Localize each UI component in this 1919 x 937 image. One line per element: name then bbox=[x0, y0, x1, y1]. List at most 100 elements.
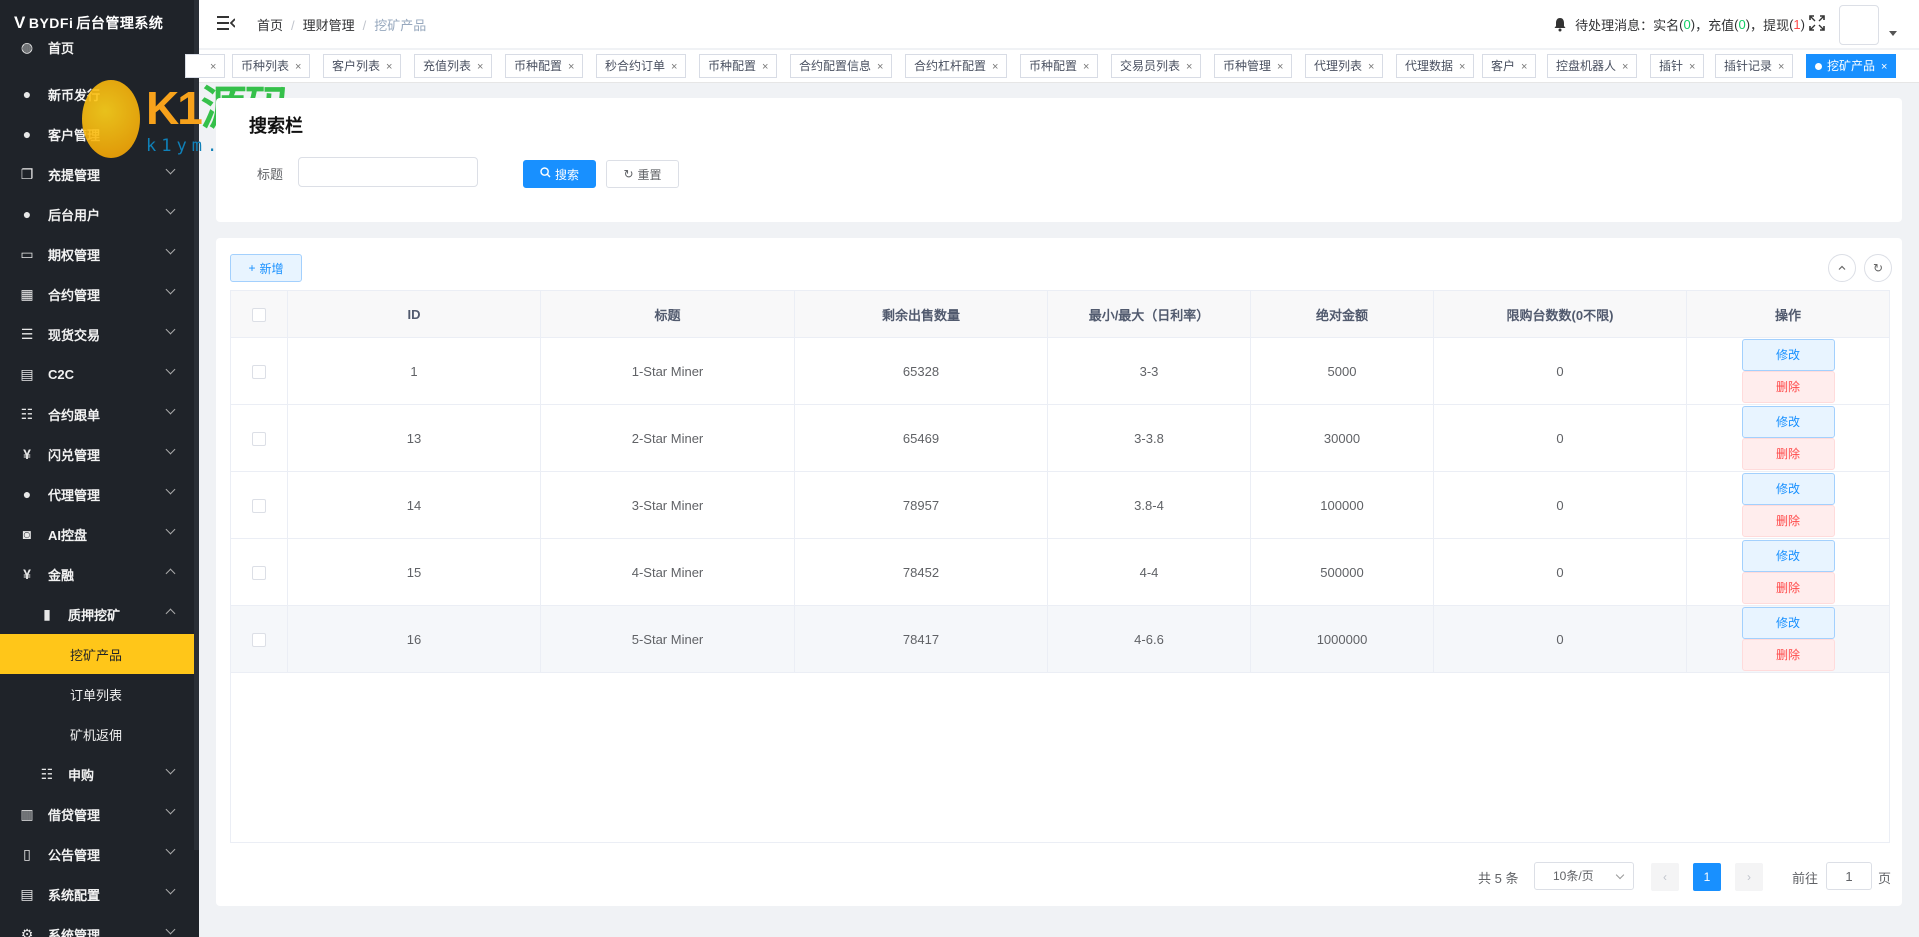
close-icon[interactable]: × bbox=[1881, 61, 1887, 73]
tag-item[interactable]: 币种配置 × bbox=[699, 54, 778, 78]
row-checkbox[interactable] bbox=[252, 498, 266, 513]
tag-item[interactable]: 客户列表 × bbox=[323, 54, 402, 78]
tag-item-active[interactable]: 挖矿产品 × bbox=[1806, 54, 1897, 78]
close-icon[interactable]: × bbox=[671, 61, 677, 73]
edit-button[interactable]: 修改 bbox=[1741, 607, 1835, 639]
sidebar-item-subscription[interactable]: ☷ 申购 bbox=[0, 754, 194, 794]
tag-item[interactable]: 插针 × bbox=[1650, 54, 1705, 78]
row-checkbox[interactable] bbox=[252, 431, 266, 446]
tag-partial[interactable]: × bbox=[185, 54, 226, 78]
close-icon[interactable]: × bbox=[386, 61, 392, 73]
sidebar-item-customer[interactable]: ● 客户管理 bbox=[0, 114, 194, 154]
pending-notice[interactable]: 待处理消息： 实名(0)， 充值(0)， 提现(1) bbox=[1553, 15, 1805, 34]
close-icon[interactable]: × bbox=[1622, 61, 1628, 73]
sidebar-item-miner-rebate[interactable]: 矿机返佣 bbox=[0, 714, 194, 754]
close-icon[interactable]: × bbox=[568, 61, 574, 73]
tag-item[interactable]: 秒合约订单 × bbox=[596, 54, 687, 78]
page-number-current[interactable]: 1 bbox=[1693, 863, 1721, 891]
row-checkbox[interactable] bbox=[252, 632, 266, 647]
close-icon[interactable]: × bbox=[992, 61, 998, 73]
sidebar-item-contract[interactable]: ▦ 合约管理 bbox=[0, 274, 194, 314]
edit-button[interactable]: 修改 bbox=[1741, 540, 1835, 572]
close-icon[interactable]: × bbox=[762, 61, 768, 73]
next-page-button[interactable]: › bbox=[1735, 863, 1763, 891]
sidebar-item-c2c[interactable]: ▤ C2C bbox=[0, 354, 194, 394]
sidebar-item-ai-control[interactable]: ◙ AI控盘 bbox=[0, 514, 194, 554]
search-button[interactable]: 搜索 bbox=[523, 160, 596, 188]
page-size-select[interactable]: 10条/页 bbox=[1534, 862, 1634, 890]
tag-item[interactable]: 合约配置信息 × bbox=[790, 54, 893, 78]
tag-item[interactable]: 客户 × bbox=[1482, 54, 1537, 78]
sidebar-item-loan[interactable]: ▥ 借贷管理 bbox=[0, 794, 194, 834]
col-header-id[interactable]: ID bbox=[287, 290, 541, 338]
sidebar-item-copy-trade[interactable]: ☷ 合约跟单 bbox=[0, 394, 194, 434]
delete-button[interactable]: 删除 bbox=[1741, 371, 1835, 403]
tag-item[interactable]: 合约杠杆配置 × bbox=[905, 54, 1008, 78]
close-icon[interactable]: × bbox=[1521, 61, 1527, 73]
tag-item[interactable]: 币种配置 × bbox=[1020, 54, 1099, 78]
caret-down-icon[interactable] bbox=[1889, 31, 1897, 36]
select-all-checkbox[interactable] bbox=[252, 307, 266, 322]
breadcrumb-home[interactable]: 首页 bbox=[257, 18, 283, 33]
delete-button[interactable]: 删除 bbox=[1741, 639, 1835, 671]
tag-item[interactable]: 币种管理 × bbox=[1214, 54, 1293, 78]
sidebar-item-agent[interactable]: ● 代理管理 bbox=[0, 474, 194, 514]
tag-item[interactable]: 代理数据 × bbox=[1396, 54, 1475, 78]
sidebar-item-home[interactable]: ◍ 首页 bbox=[0, 34, 194, 60]
edit-button[interactable]: 修改 bbox=[1741, 339, 1835, 371]
sidebar-item-spot[interactable]: ☰ 现货交易 bbox=[0, 314, 194, 354]
close-icon[interactable]: × bbox=[477, 61, 483, 73]
tag-item[interactable]: 交易员列表 × bbox=[1111, 54, 1202, 78]
tag-item[interactable]: 控盘机器人 × bbox=[1547, 54, 1638, 78]
sidebar-item-announcement[interactable]: ▯ 公告管理 bbox=[0, 834, 194, 874]
col-header-title[interactable]: 标题 bbox=[540, 290, 795, 338]
col-header-rate[interactable]: 最小/最大（日利率） bbox=[1047, 290, 1251, 338]
col-header-remain[interactable]: 剩余出售数量 bbox=[794, 290, 1048, 338]
tag-item[interactable]: 币种列表 × bbox=[232, 54, 311, 78]
row-checkbox[interactable] bbox=[252, 565, 266, 580]
sidebar-item-flash-swap[interactable]: ¥ 闪兑管理 bbox=[0, 434, 194, 474]
close-icon[interactable]: × bbox=[877, 61, 883, 73]
row-checkbox[interactable] bbox=[252, 364, 266, 379]
breadcrumb-finance[interactable]: 理财管理 bbox=[303, 18, 355, 33]
sidebar-item-finance[interactable]: ¥ 金融 bbox=[0, 554, 194, 594]
prev-page-button[interactable]: ‹ bbox=[1651, 863, 1679, 891]
delete-button[interactable]: 删除 bbox=[1741, 505, 1835, 537]
sidebar-item-system-manage[interactable]: ⚙ 系统管理 bbox=[0, 914, 194, 937]
close-icon[interactable]: × bbox=[1368, 61, 1374, 73]
sidebar-item-options[interactable]: ▭ 期权管理 bbox=[0, 234, 194, 274]
edit-button[interactable]: 修改 bbox=[1741, 406, 1835, 438]
sidebar-item-mining-products[interactable]: 挖矿产品 bbox=[0, 634, 194, 674]
delete-button[interactable]: 删除 bbox=[1741, 438, 1835, 470]
fullscreen-icon[interactable] bbox=[1809, 15, 1825, 31]
toggle-search-button[interactable] bbox=[1828, 254, 1856, 282]
sidebar-item-system-config[interactable]: ▤ 系统配置 bbox=[0, 874, 194, 914]
tag-item[interactable]: 币种配置 × bbox=[505, 54, 584, 78]
sidebar-item-deposit-withdraw[interactable]: ❐ 充提管理 bbox=[0, 154, 194, 194]
edit-button[interactable]: 修改 bbox=[1741, 473, 1835, 505]
delete-button[interactable]: 删除 bbox=[1741, 572, 1835, 604]
title-search-input[interactable] bbox=[298, 157, 478, 187]
sidebar-item-staking[interactable]: ▮ 质押挖矿 bbox=[0, 594, 194, 634]
close-icon[interactable]: × bbox=[1186, 61, 1192, 73]
reset-button[interactable]: ↻ 重置 bbox=[606, 160, 679, 188]
tag-item[interactable]: 充值列表 × bbox=[414, 54, 493, 78]
close-icon[interactable]: × bbox=[210, 61, 216, 73]
close-icon[interactable]: × bbox=[1689, 61, 1695, 73]
close-icon[interactable]: × bbox=[1083, 61, 1089, 73]
sidebar-item-new-coin[interactable]: ● 新币发行 bbox=[0, 74, 194, 114]
close-icon[interactable]: × bbox=[1778, 61, 1784, 73]
col-header-limit[interactable]: 限购台数数(0不限) bbox=[1433, 290, 1687, 338]
add-button[interactable]: + 新增 bbox=[230, 254, 302, 282]
goto-page-input[interactable] bbox=[1826, 862, 1872, 890]
sidebar-item-admin-users[interactable]: ● 后台用户 bbox=[0, 194, 194, 234]
tag-item[interactable]: 插针记录 × bbox=[1715, 54, 1794, 78]
avatar[interactable] bbox=[1839, 5, 1879, 45]
close-icon[interactable]: × bbox=[295, 61, 301, 73]
tag-item[interactable]: 代理列表 × bbox=[1305, 54, 1384, 78]
close-icon[interactable]: × bbox=[1277, 61, 1283, 73]
sidebar-item-order-list[interactable]: 订单列表 bbox=[0, 674, 194, 714]
close-icon[interactable]: × bbox=[1459, 61, 1465, 73]
refresh-button[interactable]: ↻ bbox=[1864, 254, 1892, 282]
hamburger-icon[interactable] bbox=[217, 14, 235, 32]
